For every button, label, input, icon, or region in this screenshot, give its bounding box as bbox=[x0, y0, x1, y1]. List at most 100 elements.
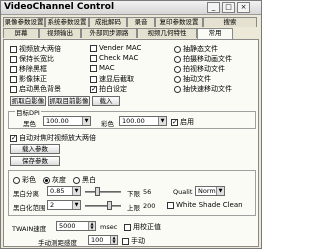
radio-circle[interactable] bbox=[174, 45, 181, 53]
spin-arrows-icon[interactable]: ▲ ▼ bbox=[110, 236, 117, 244]
black-point-slider[interactable] bbox=[85, 187, 121, 196]
minimize-button[interactable]: _ bbox=[207, 2, 220, 13]
tab-search[interactable]: 搜索 bbox=[203, 17, 257, 27]
slider-track bbox=[85, 191, 121, 193]
close-button[interactable]: × bbox=[237, 2, 250, 13]
title-bar: VideoChannel Control _ □ × bbox=[1, 1, 261, 15]
checkbox-box[interactable] bbox=[10, 65, 17, 73]
radio-bw-mode[interactable]: 黑白 bbox=[73, 175, 96, 185]
check-white-setting[interactable]: 拍白设定 bbox=[90, 84, 127, 94]
radio-dynamic-file[interactable]: 抽动文件 bbox=[174, 74, 211, 84]
target-dpi-group: 目标DPI 黑色 100.00▼ 彩色 100.00▼ 启用 bbox=[8, 107, 256, 129]
upper-label: 上限 bbox=[127, 204, 140, 212]
check-enlarge-2x[interactable]: 视频放大两倍 bbox=[10, 44, 61, 54]
upper-value: 200 bbox=[143, 202, 156, 210]
auto-range-select[interactable]: 2 ▼ bbox=[47, 200, 81, 210]
checkbox-box[interactable] bbox=[90, 75, 97, 83]
checkbox-box[interactable] bbox=[90, 85, 97, 93]
checkbox-box[interactable] bbox=[10, 85, 17, 93]
tab-video-geometry[interactable]: 视频几何特性 bbox=[137, 28, 197, 38]
tab-copy-settings[interactable]: 复印参数设置 bbox=[155, 17, 203, 27]
check-enable[interactable]: 启用 bbox=[171, 117, 194, 127]
slider-thumb[interactable] bbox=[107, 201, 112, 210]
radio-color-mode[interactable]: 彩色 bbox=[13, 175, 36, 185]
auto-range-slider[interactable] bbox=[85, 201, 121, 210]
check-vender-mac[interactable]: Vender MAC bbox=[90, 44, 141, 52]
checkbox-box[interactable] bbox=[10, 45, 17, 53]
check-remove-black-border[interactable]: 移除黑框 bbox=[10, 64, 47, 74]
save-params-button[interactable]: 保存参数 bbox=[10, 156, 60, 166]
load-button[interactable]: 载入 bbox=[92, 96, 120, 106]
quality-select[interactable]: Norm ▼ bbox=[195, 186, 225, 196]
radio-motion-file[interactable]: 拍摄移动画文件 bbox=[174, 54, 232, 64]
image-settings-group: 彩色 灰度 黑白 黑白分离 0.85 ▼ 下限 56 Qualit Norm ▼ 黑… bbox=[8, 170, 256, 216]
radio-circle[interactable] bbox=[13, 176, 20, 184]
black-label: 黑色 bbox=[23, 120, 36, 128]
black-point-select[interactable]: 0.85 ▼ bbox=[47, 186, 81, 196]
tab-screen[interactable]: 屏幕 bbox=[3, 28, 39, 38]
chevron-down-icon: ▼ bbox=[158, 117, 166, 125]
radio-circle[interactable] bbox=[43, 176, 50, 184]
tab-record-settings[interactable]: 录像参数设置 bbox=[3, 17, 45, 27]
tab-batch-decode[interactable]: 成批解码 bbox=[89, 17, 127, 27]
lower-value: 56 bbox=[143, 188, 152, 196]
slider-thumb[interactable] bbox=[95, 187, 100, 196]
radio-circle[interactable] bbox=[174, 65, 181, 73]
radio-view-motion-file[interactable]: 拍视移动文件 bbox=[174, 64, 225, 74]
checkbox-box[interactable] bbox=[171, 118, 178, 126]
radio-fast-motion-file[interactable]: 抽快速移动文件 bbox=[174, 84, 232, 94]
radio-circle[interactable] bbox=[174, 85, 181, 93]
radio-circle[interactable] bbox=[174, 55, 181, 63]
check-manual[interactable]: 手动 bbox=[122, 236, 145, 246]
chevron-down-icon: ▼ bbox=[72, 201, 80, 209]
window-title: VideoChannel Control bbox=[4, 2, 115, 12]
tab-audio[interactable]: 录音 bbox=[127, 17, 155, 27]
maximize-button[interactable]: □ bbox=[222, 2, 235, 13]
check-capture-after-display[interactable]: 速显后截取 bbox=[90, 74, 134, 84]
twain-speed-input[interactable]: 5000 ▲ ▼ bbox=[56, 221, 96, 231]
checkbox-box[interactable] bbox=[90, 44, 97, 52]
radio-gray-mode[interactable]: 灰度 bbox=[43, 175, 66, 185]
radio-circle[interactable] bbox=[174, 75, 181, 83]
settings-panel: 视频放大两倍 保持长宽比 移除黑框 影像抹正 启动黑色背景 Vender MAC… bbox=[3, 39, 259, 247]
tab-common[interactable]: 常用 bbox=[197, 28, 233, 39]
color-dpi-select[interactable]: 100.00 ▼ bbox=[119, 116, 167, 126]
check-mac[interactable]: MAC bbox=[90, 64, 115, 72]
read-default-button[interactable]: 抓取白影像 bbox=[10, 96, 46, 106]
chevron-down-icon: ▼ bbox=[82, 117, 90, 125]
twain-unit: msec bbox=[100, 223, 118, 231]
checkbox-box[interactable] bbox=[10, 134, 17, 142]
checkbox-box[interactable] bbox=[124, 223, 131, 231]
radio-static-file[interactable]: 抽静态文件 bbox=[174, 44, 218, 54]
slider-track bbox=[85, 205, 121, 207]
black-dpi-select[interactable]: 100.00 ▼ bbox=[43, 116, 91, 126]
check-white-shade-clean[interactable]: White Shade Clean bbox=[167, 201, 243, 209]
manual-sensitivity-input[interactable]: 100 ▲ ▼ bbox=[88, 235, 118, 245]
load-params-button[interactable]: 载入参数 bbox=[10, 144, 60, 154]
chevron-down-icon: ▼ bbox=[72, 187, 80, 195]
checkbox-box[interactable] bbox=[122, 237, 129, 245]
check-image-correct[interactable]: 影像抹正 bbox=[10, 74, 47, 84]
check-apply-calibration[interactable]: 用校正值 bbox=[124, 222, 161, 232]
check-check-mac[interactable]: Check MAC bbox=[90, 54, 138, 62]
target-dpi-title: 目标DPI bbox=[15, 107, 41, 117]
manual-sensitivity-label: 手动测距感度 bbox=[38, 239, 77, 247]
tab-video-output[interactable]: 视频输出 bbox=[39, 28, 81, 38]
radio-circle[interactable] bbox=[73, 176, 80, 184]
check-black-background[interactable]: 启动黑色背景 bbox=[10, 84, 61, 94]
checkbox-box[interactable] bbox=[167, 201, 174, 209]
color-label: 彩色 bbox=[101, 120, 114, 128]
chevron-down-icon: ▼ bbox=[216, 187, 224, 195]
check-auto-focus-enlarge[interactable]: 自动对焦时视频放大两倍 bbox=[10, 133, 96, 143]
read-current-button[interactable]: 抓取目前影像 bbox=[48, 96, 90, 106]
twain-speed-label: TWAIN速度 bbox=[12, 225, 47, 233]
tab-external-sync[interactable]: 外部同步源路 bbox=[81, 28, 137, 38]
spin-arrows-icon[interactable]: ▲ ▼ bbox=[88, 222, 95, 230]
checkbox-box[interactable] bbox=[10, 75, 17, 83]
checkbox-box[interactable] bbox=[10, 55, 17, 63]
check-keep-aspect[interactable]: 保持长宽比 bbox=[10, 54, 54, 64]
checkbox-box[interactable] bbox=[90, 54, 97, 62]
tab-system-settings[interactable]: 系统参数设置 bbox=[45, 17, 89, 27]
main-window: VideoChannel Control _ □ × 录像参数设置 系统参数设置… bbox=[0, 0, 262, 249]
checkbox-box[interactable] bbox=[90, 64, 97, 72]
